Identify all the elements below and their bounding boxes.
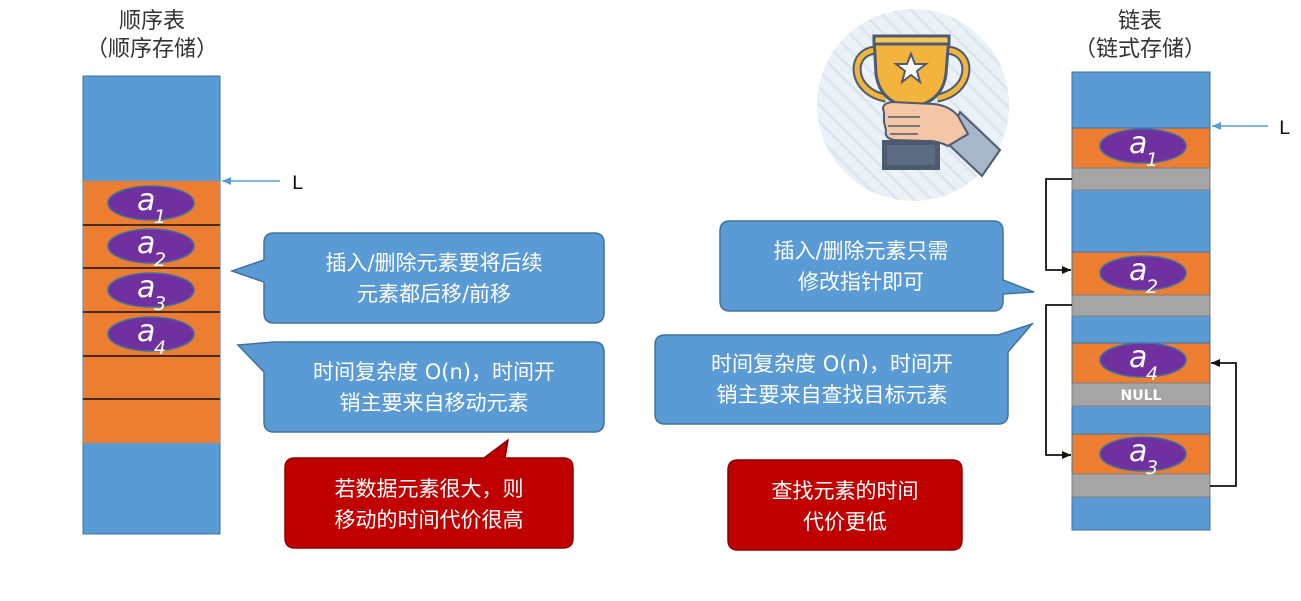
- seq-element-1-subscript: 1: [154, 206, 166, 228]
- link-insert-line-2: 修改指针即可: [798, 270, 924, 294]
- link-time-bubble: 时间复杂度 O(n)，时间开 销主要来自查找目标元素: [654, 322, 1035, 425]
- link-time-line-1: 时间复杂度 O(n)，时间开: [711, 352, 953, 376]
- link-node-3-element-subscript: 4: [1146, 363, 1158, 385]
- link-note-line-2: 代价更低: [803, 510, 887, 534]
- link-arrow-1-to-2: [1045, 178, 1072, 274]
- seq-time-bubble: 时间复杂度 O(n)，时间开 销主要来自移动元素: [236, 341, 605, 433]
- link-arrow-3-to-4: [1210, 359, 1237, 487]
- link-arrow-2-to-3: [1045, 304, 1072, 459]
- seq-element-4-letter: a: [137, 314, 155, 349]
- link-title: 链表: [1118, 9, 1162, 34]
- seq-insert-line-1: 插入/删除元素要将后续: [325, 251, 542, 275]
- seq-element-2-subscript: 2: [154, 249, 166, 271]
- link-insert-line-1: 插入/删除元素只需: [773, 239, 948, 263]
- trophy-hand-icon: [817, 9, 1009, 201]
- link-node-2-element-letter: a: [1129, 253, 1147, 288]
- seq-note-line-1: 若数据元素很大，则: [335, 477, 524, 501]
- link-node-4-pointer: [1071, 473, 1211, 498]
- diagram-canvas: 顺序表 （顺序存储） a1a2a3a4 L 插入/删除元素要将后续 元素都后移/…: [82, 9, 1290, 551]
- seq-element-3-letter: a: [137, 270, 155, 305]
- seq-time-line-1: 时间复杂度 O(n)，时间开: [313, 360, 555, 384]
- link-node-4-element-letter: a: [1129, 434, 1147, 469]
- link-node-1-pointer: [1071, 167, 1211, 191]
- seq-note-line-2: 移动的时间代价很高: [335, 508, 524, 532]
- link-node-1-element-letter: a: [1129, 126, 1147, 161]
- link-note-line-1: 查找元素的时间: [772, 479, 919, 503]
- seq-insert-bubble: 插入/删除元素要将后续 元素都后移/前移: [229, 232, 605, 324]
- link-note-bubble: 查找元素的时间 代价更低: [727, 459, 963, 551]
- link-pointer-label: L: [1279, 117, 1290, 139]
- seq-note-bubble: 若数据元素很大，则 移动的时间代价很高: [284, 438, 574, 549]
- link-node-3-element-letter: a: [1129, 340, 1147, 375]
- seq-time-line-2: 销主要来自移动元素: [340, 391, 529, 415]
- seq-subtitle: （顺序存储）: [86, 37, 218, 62]
- link-subtitle: （链式存储）: [1074, 37, 1206, 62]
- seq-pointer-label: L: [292, 172, 303, 194]
- seq-element-1-letter: a: [137, 183, 155, 218]
- link-time-line-2: 销主要来自查找目标元素: [717, 383, 948, 407]
- link-node-4-element-subscript: 3: [1146, 457, 1158, 479]
- link-insert-bubble: 插入/删除元素只需 修改指针即可: [719, 220, 1035, 312]
- link-node-1-element-subscript: 1: [1146, 149, 1158, 171]
- seq-insert-line-2: 元素都后移/前移: [357, 282, 511, 306]
- link-node-2-element-subscript: 2: [1146, 276, 1158, 298]
- link-node-2-pointer: [1071, 294, 1211, 317]
- seq-element-2-letter: a: [137, 226, 155, 261]
- null-label: NULL: [1121, 388, 1162, 404]
- seq-title: 顺序表: [119, 9, 185, 34]
- seq-element-4-subscript: 4: [154, 337, 166, 359]
- seq-element-3-subscript: 3: [154, 293, 166, 315]
